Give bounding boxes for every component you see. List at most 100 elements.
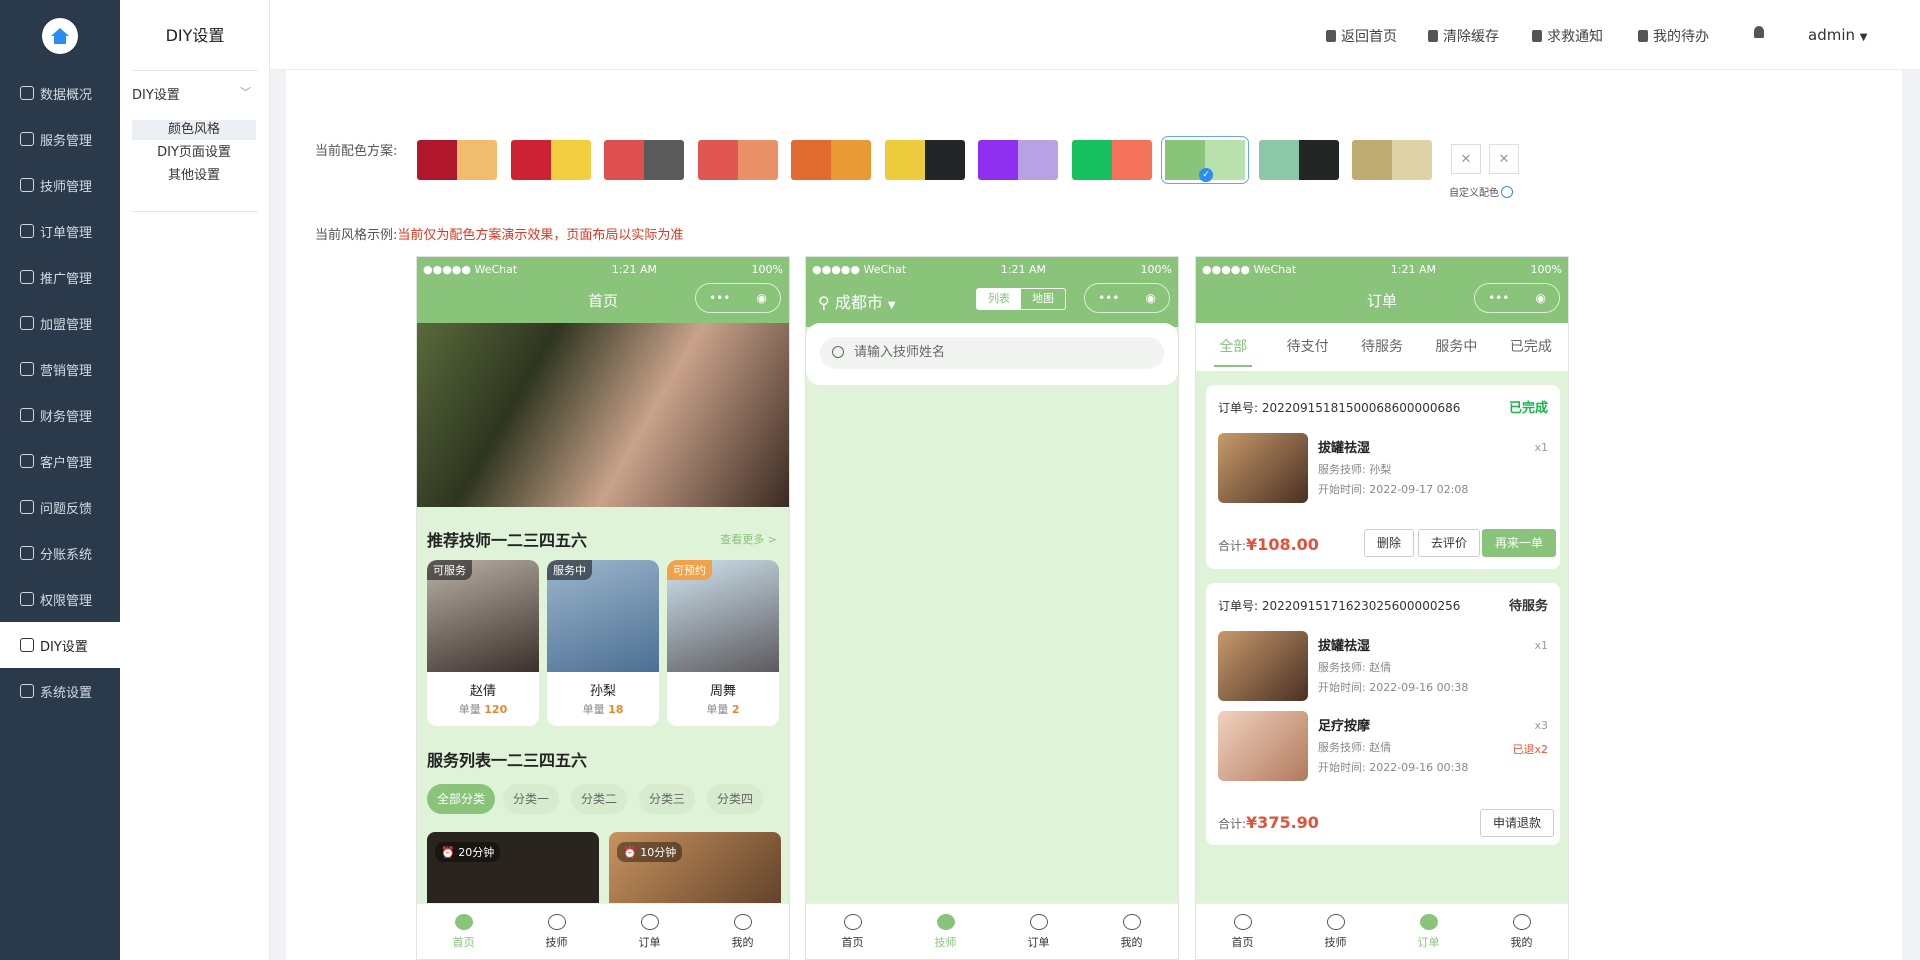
radio-icon[interactable] [1501,185,1513,198]
tab-order[interactable]: 订单 [992,904,1085,959]
sos-notice-link[interactable]: 求救通知 [1532,26,1603,46]
nav-item-feedback[interactable]: 问题反馈 [0,484,120,530]
swatch-color [924,140,965,180]
nav-item-technician[interactable]: 技师管理 [0,162,120,208]
profile-icon [1512,913,1531,930]
swatch-color [1111,140,1152,180]
order-tab[interactable]: 待支付 [1270,323,1344,371]
status-bar: ●●●●● WeChat 1:21 AM 100% [812,263,1172,276]
tab-technician[interactable]: 技师 [899,904,992,959]
tab-home[interactable]: 首页 [806,904,899,959]
back-home-link[interactable]: 返回首页 [1326,26,1397,46]
color-swatch[interactable] [791,140,871,180]
nav-item-system[interactable]: 系统设置 [0,668,120,714]
nav-item-permission[interactable]: 权限管理 [0,576,120,622]
tab-order[interactable]: 订单 [603,904,696,959]
order-tab[interactable]: 待服务 [1345,323,1419,371]
start-time: 开始时间: 2022-09-16 00:38 [1318,761,1469,774]
review-button[interactable]: 去评价 [1418,529,1481,557]
order-card[interactable]: 订单号: 20220915171623025600000256 待服务 拔罐祛湿… [1206,583,1560,845]
category-chip[interactable]: 分类四 [707,784,764,814]
home-logo-icon[interactable] [42,18,78,54]
miniapp-capsule[interactable]: ••• ◉ [695,283,781,313]
count-label: 单量 [582,703,605,716]
nav-item-franchise[interactable]: 加盟管理 [0,300,120,346]
category-chip[interactable]: 分类一 [503,784,560,814]
color-swatch[interactable]: ✓ [1161,136,1249,184]
swatch-color [1392,140,1432,180]
subnav-item-other[interactable]: 其他设置 [132,166,256,186]
nav-item-dashboard[interactable]: 数据概况 [0,70,120,116]
nav-item-order[interactable]: 订单管理 [0,208,120,254]
swatch-color [1071,140,1112,180]
city-selector[interactable]: ⚲ 成都市 ▼ [818,289,896,313]
map-view-button[interactable]: 地图 [1021,289,1065,309]
tab-order[interactable]: 订单 [1382,904,1475,959]
order-card[interactable]: 订单号: 20220915181500068600000686 已完成 拔罐祛湿… [1206,385,1560,569]
reorder-button[interactable]: 再来一单 [1482,529,1557,557]
order-tab[interactable]: 全部 [1196,323,1270,371]
tab-home[interactable]: 首页 [1196,904,1289,959]
color-swatch[interactable] [510,140,591,180]
custom-color-2[interactable]: ✕ [1489,144,1519,174]
nav-item-customer[interactable]: 客户管理 [0,438,120,484]
tab-technician[interactable]: 技师 [1289,904,1382,959]
user-menu[interactable]: admin ▼ [1808,26,1867,44]
category-chip[interactable]: 分类三 [639,784,696,814]
color-swatch[interactable] [1352,140,1432,180]
chevron-down-icon[interactable]: ﹀ [240,84,251,100]
color-swatch[interactable] [978,140,1058,180]
clear-cache-link[interactable]: 清除缓存 [1428,26,1499,46]
subnav-item-diy-page[interactable]: DIY页面设置 [132,143,256,163]
miniapp-capsule[interactable]: ••• ◉ [1474,283,1560,313]
nav-item-split[interactable]: 分账系统 [0,530,120,576]
color-swatch[interactable] [604,140,684,180]
franchise-icon [20,316,34,330]
category-chip[interactable]: 全部分类 [427,784,496,814]
tab-technician[interactable]: 技师 [510,904,603,959]
tab-mine[interactable]: 我的 [1085,904,1178,959]
tech-search-input[interactable]: 请输入技师姓名 [820,337,1164,369]
color-swatch[interactable] [697,140,778,180]
bell-icon[interactable] [1754,26,1764,38]
search-icon [832,346,844,358]
todo-link[interactable]: 我的待办 [1638,26,1709,46]
nav-item-promotion[interactable]: 推广管理 [0,254,120,300]
nav-item-diy[interactable]: DIY设置 [0,622,120,668]
bag-icon [640,913,659,930]
color-swatch[interactable] [1258,140,1339,180]
hero-banner[interactable] [417,323,789,507]
refund-button[interactable]: 申请退款 [1480,809,1555,837]
order-tab[interactable]: 服务中 [1419,323,1493,371]
view-switch: 列表 地图 [976,288,1066,310]
subnav-item-color-style[interactable]: 颜色风格 [132,120,256,140]
see-more-link[interactable]: 查看更多 > [720,531,777,547]
color-swatch[interactable] [417,140,497,180]
header-link-label: 求救通知 [1547,29,1603,45]
miniapp-capsule[interactable]: ••• ◉ [1084,283,1170,313]
list-view-button[interactable]: 列表 [977,289,1021,309]
tech-card[interactable]: 服务中 孙梨 单量 18 [547,560,659,726]
subnav-group-label[interactable]: DIY设置 [132,84,180,103]
nav-item-finance[interactable]: 财务管理 [0,392,120,438]
nav-item-service[interactable]: 服务管理 [0,116,120,162]
custom-color-option[interactable]: 自定义配色 [1449,184,1513,199]
order-tab[interactable]: 已完成 [1494,323,1568,371]
tech-card[interactable]: 可服务 赵倩 单量 120 [427,560,539,726]
category-chip[interactable]: 分类二 [571,784,628,814]
more-icon: ••• [1098,291,1120,305]
color-swatch[interactable] [1071,140,1152,180]
marketing-icon [20,362,34,376]
carrier: ●●●●● WeChat [423,263,518,276]
tab-home[interactable]: 首页 [417,904,510,959]
delete-button[interactable]: 删除 [1364,529,1415,557]
custom-color-1[interactable]: ✕ [1451,144,1481,174]
tab-mine[interactable]: 我的 [1475,904,1568,959]
tab-mine[interactable]: 我的 [696,904,789,959]
nav-item-marketing[interactable]: 营销管理 [0,346,120,392]
nav-label: 权限管理 [40,593,93,609]
service-image [1218,433,1308,503]
swatch-color [1352,140,1392,180]
color-swatch[interactable] [884,140,965,180]
tech-card[interactable]: 可预约 周舞 单量 2 [667,560,779,726]
